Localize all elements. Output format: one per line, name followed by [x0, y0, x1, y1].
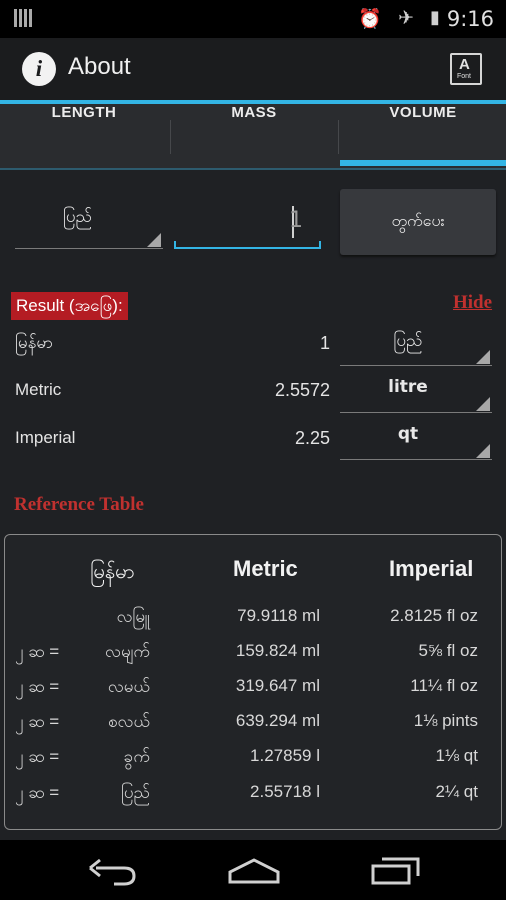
- row-myanmar-unit: လမျက်: [105, 642, 150, 661]
- battery-charging-icon: ▮: [430, 7, 440, 28]
- result-unit-value: litre: [388, 377, 428, 397]
- row-myanmar-unit: လမြူ: [116, 607, 150, 626]
- row-metric-value: 319.647 ml: [235, 676, 320, 695]
- font-settings-button[interactable]: A Font: [450, 53, 482, 85]
- result-row-value: 1: [319, 333, 330, 353]
- result-row-value: 2.5572: [274, 380, 330, 400]
- row-imperial-value: 11¼ fl oz: [410, 676, 478, 695]
- result-row-value: 2.25: [294, 428, 330, 448]
- result-unit-value: qt: [397, 424, 419, 444]
- dropdown-arrow-icon: [476, 397, 490, 411]
- font-button-letter: A: [459, 56, 470, 73]
- result-row-label: မြန်မာ: [15, 333, 54, 352]
- amount-input[interactable]: 1: [174, 200, 321, 249]
- row-prefix: ၂ ဆ =: [15, 642, 60, 661]
- tab-selected-indicator: [340, 160, 506, 166]
- row-myanmar-unit: လမယ်: [107, 677, 150, 696]
- result-unit-spinner-imperial[interactable]: qt: [340, 416, 492, 460]
- dropdown-arrow-icon: [476, 350, 490, 364]
- row-prefix: ၂ ဆ =: [15, 712, 60, 731]
- row-myanmar-unit: ခွက်: [123, 747, 150, 766]
- row-metric-value: 1.27859 l: [250, 746, 320, 765]
- row-metric-value: 79.9118 ml: [237, 606, 320, 625]
- signal-icon: [14, 9, 34, 27]
- table-header-metric: Metric: [233, 556, 298, 581]
- result-row-label: Metric: [15, 380, 62, 399]
- unit-spinner[interactable]: ပြည်: [15, 200, 163, 249]
- back-icon[interactable]: [88, 854, 138, 886]
- row-prefix: ၂ ဆ =: [15, 783, 60, 802]
- dropdown-arrow-icon: [476, 444, 490, 458]
- row-metric-value: 639.294 ml: [235, 711, 320, 730]
- dropdown-arrow-icon: [147, 233, 161, 247]
- result-unit-spinner-myanmar[interactable]: ပြည်: [340, 322, 492, 366]
- page-title: About: [68, 53, 131, 80]
- row-imperial-value: 1⅛ qt: [435, 746, 478, 765]
- font-button-caption: Font: [457, 73, 472, 80]
- home-icon[interactable]: [226, 854, 282, 886]
- status-bar: ⏰ ✈ ▮ 9:16: [0, 0, 506, 38]
- alarm-icon: ⏰: [358, 8, 382, 30]
- row-prefix: ၂ ဆ =: [15, 747, 60, 766]
- result-unit-spinner-metric[interactable]: litre: [340, 369, 492, 413]
- row-myanmar-unit: ပြည်: [121, 783, 150, 802]
- tab-underline: [0, 168, 506, 170]
- tab-divider: [338, 120, 339, 154]
- amount-input-value: 1: [289, 208, 303, 233]
- navigation-bar: [0, 840, 506, 900]
- row-imperial-value: 2.8125 fl oz: [390, 606, 478, 625]
- reference-table-title: Reference Table: [14, 494, 144, 515]
- row-metric-value: 159.824 ml: [235, 641, 320, 660]
- row-metric-value: 2.55718 l: [250, 782, 320, 801]
- tab-mass[interactable]: MASS: [170, 104, 338, 170]
- result-label: Result (အဖြေ):: [11, 292, 128, 320]
- action-bar: i About A Font: [0, 38, 506, 100]
- hide-link[interactable]: Hide: [453, 292, 492, 314]
- result-unit-value: ပြည်: [393, 331, 423, 351]
- row-imperial-value: 2¼ qt: [435, 782, 478, 801]
- row-myanmar-unit: စလယ်: [107, 712, 150, 731]
- table-header-myanmar: မြန်မာ: [90, 561, 135, 583]
- result-row-label: Imperial: [15, 428, 76, 447]
- recents-icon[interactable]: [370, 854, 422, 886]
- info-icon[interactable]: i: [22, 52, 56, 86]
- status-time: 9:16: [446, 7, 494, 31]
- airplane-icon: ✈: [398, 7, 414, 29]
- row-imperial-value: 1⅛ pints: [413, 711, 478, 730]
- table-header-imperial: Imperial: [389, 556, 474, 581]
- calculate-button[interactable]: တွက်ပေး: [340, 189, 496, 255]
- row-imperial-value: 5⅝ fl oz: [418, 641, 478, 660]
- row-prefix: ၂ ဆ =: [15, 677, 60, 696]
- tab-length[interactable]: LENGTH: [0, 104, 168, 170]
- unit-spinner-value: ပြည်: [63, 207, 92, 227]
